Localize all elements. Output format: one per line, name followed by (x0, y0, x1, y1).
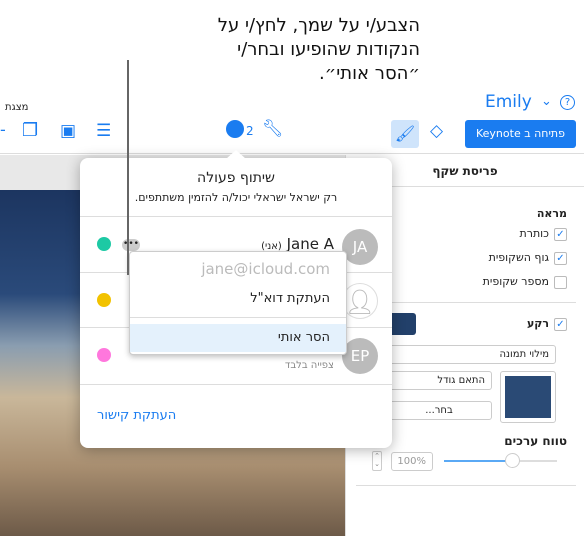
background-color-well[interactable] (391, 313, 416, 335)
menu-remove-me[interactable]: הסר אותי (130, 324, 346, 352)
menu-email: jane@icloud.com (201, 260, 330, 278)
fill-type-select[interactable]: מילוי תמונה (386, 345, 556, 364)
wrench-icon[interactable]: 🔧︎ (262, 119, 284, 139)
media-icon[interactable]: ▣ (60, 121, 76, 141)
permission-label: צפייה בלבד (284, 360, 334, 371)
range-heading: טווח ערכים (504, 434, 567, 448)
toolbar: מצגת ‐ ❐ ▣ ☰ 2 🔧︎ Emily ⌄ ? 🖌︎ ◇ פתיחה ב… (0, 92, 584, 154)
collaborator-count: 2 (246, 124, 254, 138)
option-body[interactable]: ✓גוף השקופית (489, 251, 567, 265)
stepper[interactable]: ⌃ ⌄ (372, 451, 382, 471)
callout-pointer (127, 60, 129, 275)
collaborate-icon[interactable] (226, 120, 244, 138)
background-option[interactable]: ✓רקע (527, 317, 567, 331)
choose-image-button[interactable]: בחר... (386, 401, 492, 420)
participant-color-dot (97, 293, 111, 307)
menu-copy-email[interactable]: העתקת דוא"ל (130, 286, 346, 316)
range-slider[interactable] (444, 453, 557, 468)
percent-field[interactable]: 100% (391, 452, 433, 471)
animate-icon[interactable]: ◇ (430, 121, 443, 141)
help-icon[interactable]: ? (560, 95, 575, 110)
copy-link-button[interactable]: העתקת קישור (97, 408, 176, 423)
open-in-keynote-button[interactable]: פתיחה ב Keynote (465, 120, 576, 148)
image-preview[interactable] (500, 371, 556, 423)
participant-menu: jane@icloud.com העתקת דוא"ל הסר אותי (129, 251, 347, 355)
popover-arrow (226, 150, 246, 159)
callout-line-3: ״הסר אותי״. (318, 63, 420, 84)
participant-color-dot (97, 237, 111, 251)
more-options-icon[interactable]: ••• (122, 239, 140, 251)
scale-select[interactable]: התאם גודל (386, 371, 492, 390)
participant-color-dot (97, 348, 111, 362)
format-brush-icon[interactable]: 🖌︎ (391, 120, 419, 148)
avatar-placeholder-icon: 👤︎ (342, 283, 378, 319)
text-icon[interactable]: ☰ (96, 121, 111, 141)
avatar: EP (342, 338, 378, 374)
callout-line-2: הנקודות שהופיעו ובחר/י (237, 39, 420, 60)
user-name[interactable]: Emily (485, 92, 532, 112)
callout-line-1: הצבע/י על שמך, לחץ/י על (217, 15, 420, 36)
partial-icon: ‐ (0, 120, 6, 139)
chevron-down-icon[interactable]: ⌄ (541, 94, 552, 109)
document-type-label: מצגת (5, 102, 29, 113)
option-slide-number[interactable]: מספר שקופית (483, 275, 567, 289)
option-title[interactable]: ✓כותרת (520, 227, 567, 241)
avatar: JA (342, 229, 378, 265)
appearance-heading: מראה (536, 207, 567, 220)
instruction-callout: הצבע/י על שמך, לחץ/י על הנקודות שהופיעו … (120, 14, 420, 86)
shape-icon[interactable]: ❐ (22, 120, 38, 141)
